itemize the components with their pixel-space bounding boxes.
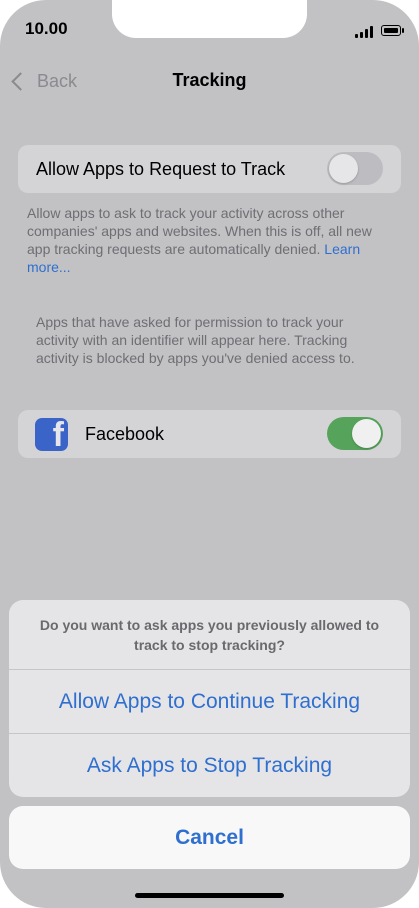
allow-continue-tracking-button[interactable]: Allow Apps to Continue Tracking [9,670,410,733]
apps-info-text: Apps that have asked for permission to t… [36,314,355,366]
action-sheet: Do you want to ask apps you previously a… [9,600,410,797]
phone-screen: 10.00 Back Tracking Allow Apps to Reques… [0,0,419,908]
page-title: Tracking [172,70,247,90]
home-indicator [135,893,284,898]
allow-tracking-row: Allow Apps to Request to Track [18,145,401,193]
allow-tracking-description: Allow apps to ask to track your activity… [27,205,372,257]
allow-tracking-footnote: Allow apps to ask to track your activity… [27,204,387,276]
battery-icon [381,25,401,36]
facebook-tracking-toggle[interactable] [327,417,383,450]
allow-tracking-label: Allow Apps to Request to Track [36,158,286,179]
cellular-signal-icon [355,26,375,38]
battery-cap [402,28,404,33]
notch [112,0,307,38]
toggle-knob [352,419,381,448]
app-name: Facebook [85,423,165,444]
ask-stop-tracking-button[interactable]: Ask Apps to Stop Tracking [9,734,410,797]
facebook-icon: f [35,417,68,451]
toggle-knob [329,154,358,183]
action-sheet-message: Do you want to ask apps you previously a… [39,617,380,653]
app-row-facebook: f Facebook [18,410,401,458]
status-time: 10.00 [25,19,68,38]
cancel-button[interactable]: Cancel [9,806,410,869]
allow-tracking-toggle[interactable] [327,152,383,185]
